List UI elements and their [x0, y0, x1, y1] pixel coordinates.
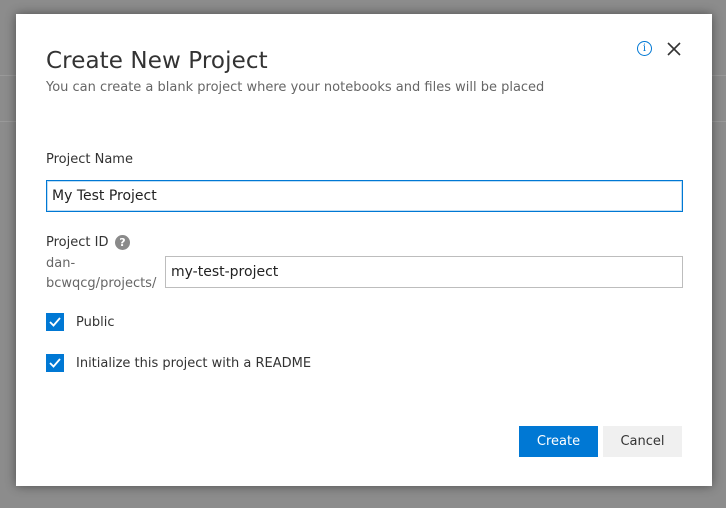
- checkmark-icon: [49, 317, 61, 327]
- checkmark-icon: [49, 358, 61, 368]
- dialog-subtitle: You can create a blank project where you…: [46, 80, 545, 95]
- project-name-label: Project Name: [46, 152, 133, 167]
- project-id-label: Project ID: [46, 235, 109, 250]
- project-id-input[interactable]: [165, 256, 683, 288]
- question-mark-icon[interactable]: ?: [115, 235, 130, 250]
- dialog-title: Create New Project: [46, 48, 268, 74]
- create-project-dialog: Create New Project You can create a blan…: [16, 14, 712, 486]
- path-prefix-line: bcwqcg/projects/: [46, 276, 157, 291]
- info-icon[interactable]: i: [637, 41, 652, 56]
- public-checkbox-label[interactable]: Public: [76, 315, 114, 330]
- cancel-button[interactable]: Cancel: [603, 426, 682, 457]
- project-path-prefix: dan- bcwqcg/projects/: [46, 254, 156, 294]
- readme-checkbox-label[interactable]: Initialize this project with a README: [76, 356, 311, 371]
- path-prefix-line: dan-: [46, 256, 76, 271]
- public-checkbox[interactable]: [46, 313, 64, 331]
- readme-checkbox[interactable]: [46, 354, 64, 372]
- close-icon[interactable]: [665, 40, 683, 58]
- create-button[interactable]: Create: [519, 426, 598, 457]
- project-name-input[interactable]: [46, 180, 683, 212]
